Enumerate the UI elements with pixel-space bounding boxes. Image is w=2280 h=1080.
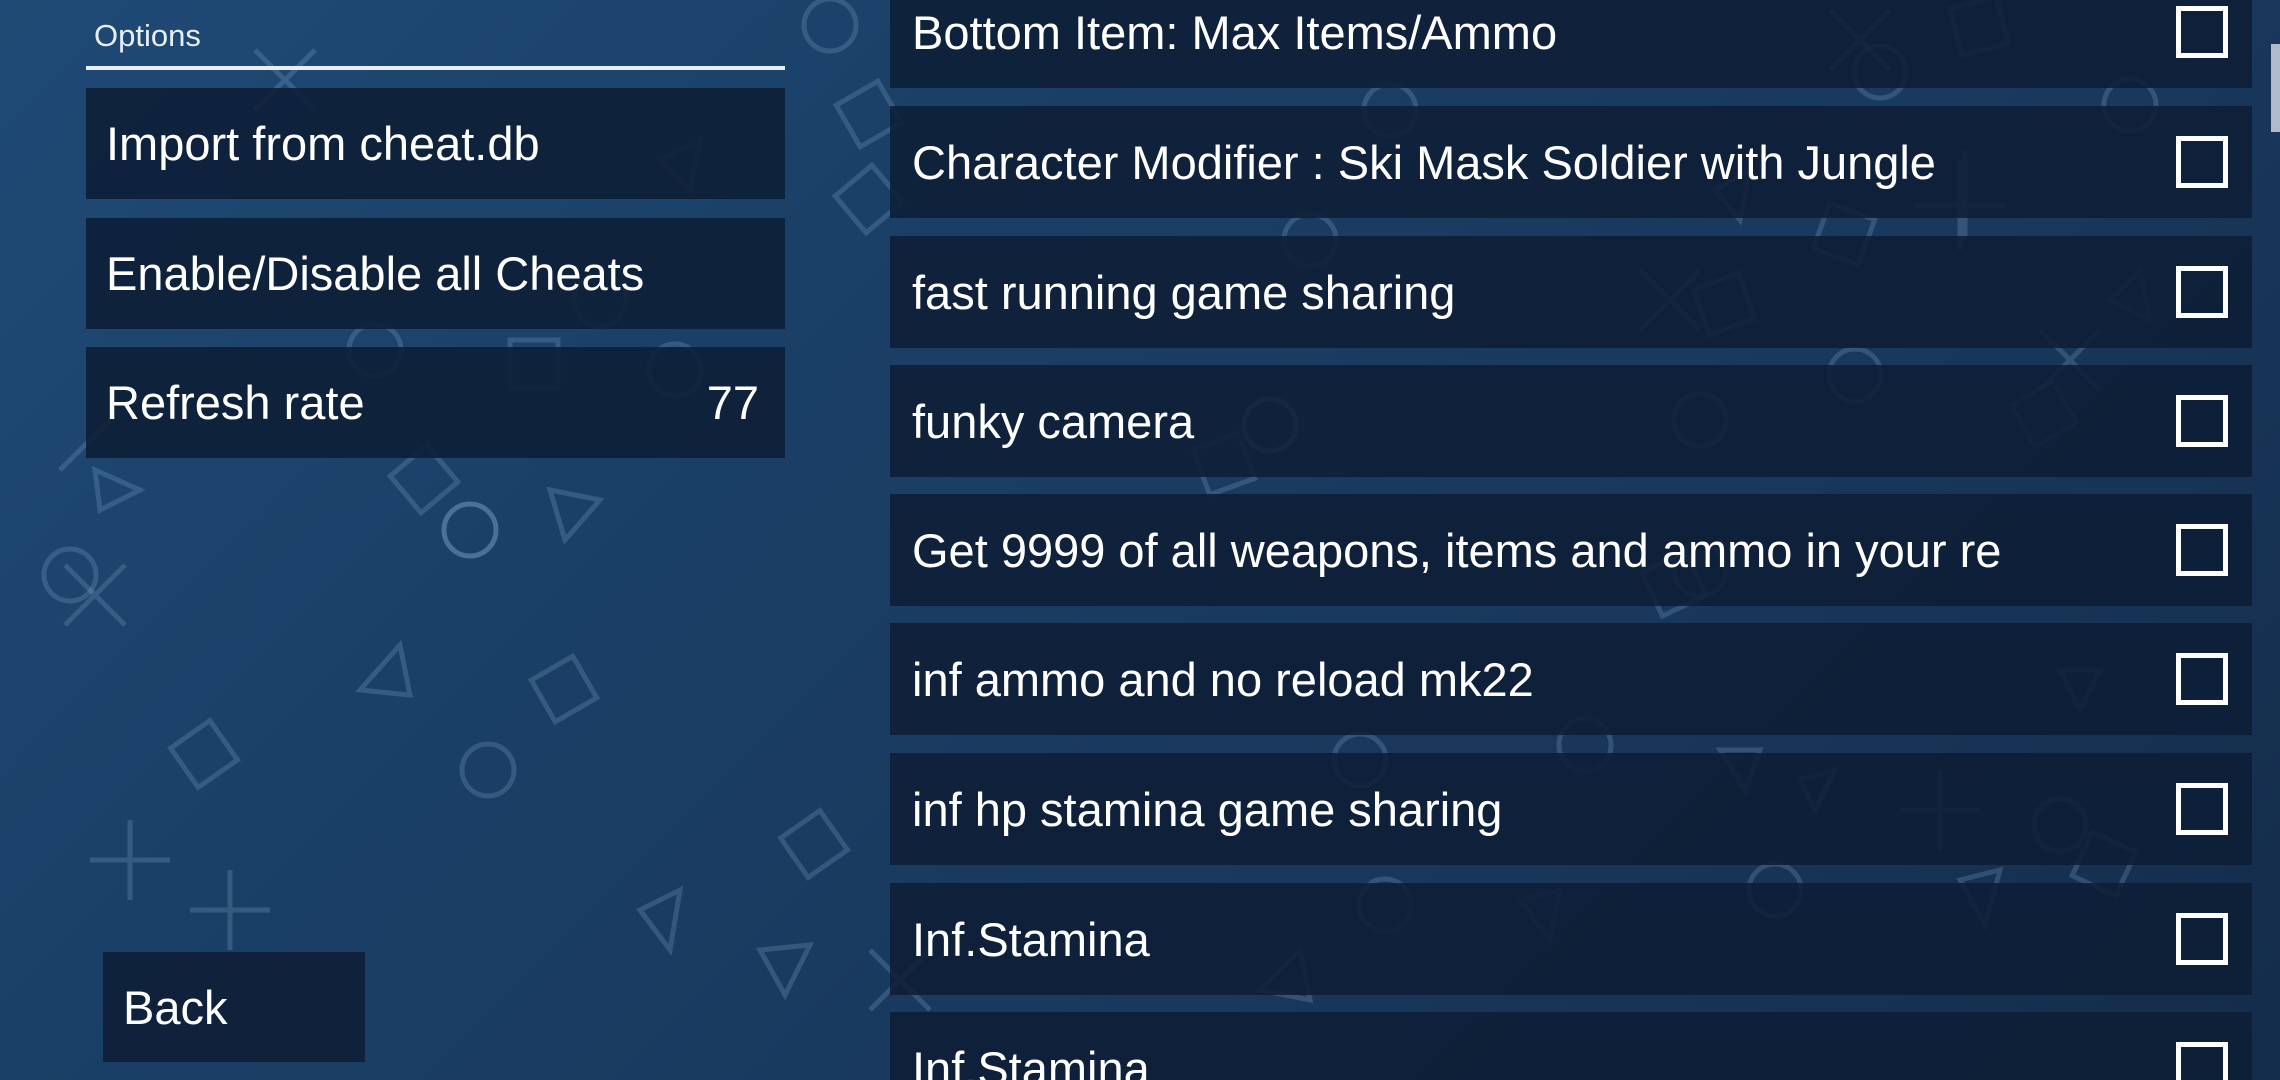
- cheat-label: Bottom Item: Max Items/Ammo: [912, 5, 1558, 59]
- cheat-row[interactable]: Inf.Stamina: [890, 883, 2252, 995]
- import-cheat-db-label: Import from cheat.db: [106, 117, 540, 170]
- options-section-header: Options: [86, 12, 785, 70]
- cheat-row[interactable]: Get 9999 of all weapons, items and ammo …: [890, 494, 2252, 606]
- cheat-label: inf ammo and no reload mk22: [912, 652, 1534, 706]
- checkbox-unchecked-icon[interactable]: [2176, 136, 2228, 188]
- cheat-list[interactable]: Bottom Item: Max Items/Ammo Character Mo…: [890, 0, 2252, 1080]
- checkbox-unchecked-icon[interactable]: [2176, 913, 2228, 965]
- cheat-row[interactable]: fast running game sharing: [890, 236, 2252, 348]
- checkbox-unchecked-icon[interactable]: [2176, 524, 2228, 576]
- cheat-label: Inf.Stamina: [912, 1041, 1150, 1080]
- cheat-label: Character Modifier : Ski Mask Soldier wi…: [912, 135, 1936, 189]
- refresh-rate-value: 77: [706, 376, 759, 429]
- cheat-label: inf hp stamina game sharing: [912, 782, 1503, 836]
- cheat-row[interactable]: Bottom Item: Max Items/Ammo: [890, 0, 2252, 88]
- back-button[interactable]: Back: [103, 952, 365, 1062]
- checkbox-unchecked-icon[interactable]: [2176, 653, 2228, 705]
- cheat-list-scrollbar[interactable]: [2271, 44, 2280, 132]
- checkbox-unchecked-icon[interactable]: [2176, 395, 2228, 447]
- options-title: Options: [94, 18, 201, 53]
- refresh-rate-label: Refresh rate: [106, 376, 365, 429]
- checkbox-unchecked-icon[interactable]: [2176, 1042, 2228, 1080]
- cheat-row[interactable]: Character Modifier : Ski Mask Soldier wi…: [890, 106, 2252, 218]
- cheat-row[interactable]: Inf.Stamina: [890, 1012, 2252, 1080]
- back-button-label: Back: [123, 980, 228, 1034]
- cheat-label: Inf.Stamina: [912, 912, 1150, 966]
- import-cheat-db-button[interactable]: Import from cheat.db: [86, 88, 785, 199]
- toggle-all-cheats-button[interactable]: Enable/Disable all Cheats: [86, 218, 785, 329]
- cheat-label: fast running game sharing: [912, 265, 1456, 319]
- checkbox-unchecked-icon[interactable]: [2176, 266, 2228, 318]
- toggle-all-cheats-label: Enable/Disable all Cheats: [106, 247, 645, 300]
- cheat-row[interactable]: funky camera: [890, 365, 2252, 477]
- cheat-row[interactable]: inf ammo and no reload mk22: [890, 623, 2252, 735]
- refresh-rate-setting[interactable]: Refresh rate 77: [86, 347, 785, 458]
- cheat-row[interactable]: inf hp stamina game sharing: [890, 753, 2252, 865]
- checkbox-unchecked-icon[interactable]: [2176, 783, 2228, 835]
- cheat-label: Get 9999 of all weapons, items and ammo …: [912, 523, 2002, 577]
- checkbox-unchecked-icon[interactable]: [2176, 6, 2228, 58]
- cheat-label: funky camera: [912, 394, 1195, 448]
